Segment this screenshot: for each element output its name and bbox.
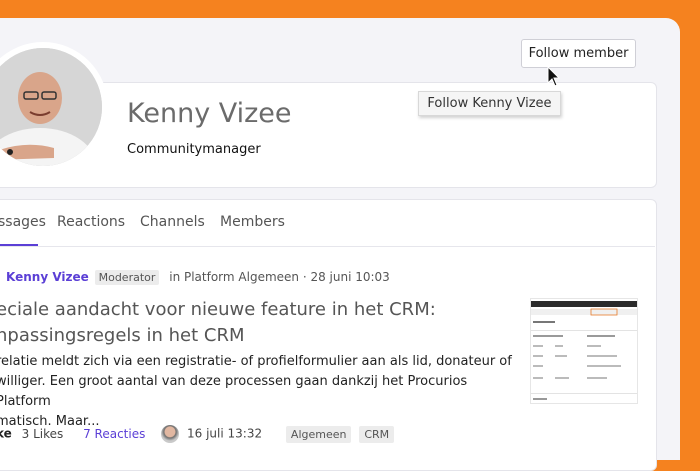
tab-reactions[interactable]: Reactions [57, 214, 125, 230]
person-photo-icon [0, 48, 102, 166]
post-channel-date: in Platform Algemeen · 28 juni 10:03 [169, 270, 390, 284]
excerpt-line: relatie meldt zich via een registratie- … [0, 354, 512, 369]
post-meta: Kenny Vizee Moderator in Platform Algeme… [6, 270, 390, 285]
tag-crm[interactable]: CRM [359, 425, 395, 443]
reactions-link[interactable]: 7 Reacties [83, 427, 145, 441]
post-excerpt: relatie meldt zich via een registratie- … [0, 352, 516, 432]
profile-role: Communitymanager [127, 142, 261, 157]
tab-members[interactable]: Members [220, 214, 285, 230]
avatar-photo [0, 48, 102, 166]
profile-name: Kenny Vizee [127, 98, 292, 129]
follow-member-button[interactable]: Follow member [521, 39, 636, 68]
moderator-badge: Moderator [94, 270, 160, 285]
post-footer: ke 3 Likes 7 Reacties 16 juli 13:32 Alge… [0, 425, 395, 443]
post-thumbnail[interactable] [530, 298, 638, 404]
last-activity-date: 16 juli 13:32 [187, 426, 263, 441]
tab-channels[interactable]: Channels [140, 214, 205, 230]
tabs-divider [0, 246, 655, 247]
arrow-cursor-icon [547, 66, 560, 87]
post-author-link[interactable]: Kenny Vizee [6, 270, 89, 284]
tab-messages[interactable]: ssages [0, 214, 46, 230]
post-title-link[interactable]: eciale aandacht voor nieuwe feature in h… [0, 297, 516, 349]
crm-screenshot-thumbnail [531, 301, 637, 400]
post-title-line: eciale aandacht voor nieuwe feature in h… [0, 299, 436, 320]
excerpt-line: williger. Een groot aantal van deze proc… [0, 374, 468, 409]
follow-tooltip: Follow Kenny Vizee [418, 91, 561, 116]
last-reactor-avatar [161, 425, 180, 443]
post-title-line: npassingsregels in het CRM [0, 325, 245, 346]
likes-count: 3 Likes [21, 426, 64, 441]
tag-algemeen[interactable]: Algemeen [285, 425, 352, 443]
like-button[interactable]: ke [0, 427, 12, 441]
